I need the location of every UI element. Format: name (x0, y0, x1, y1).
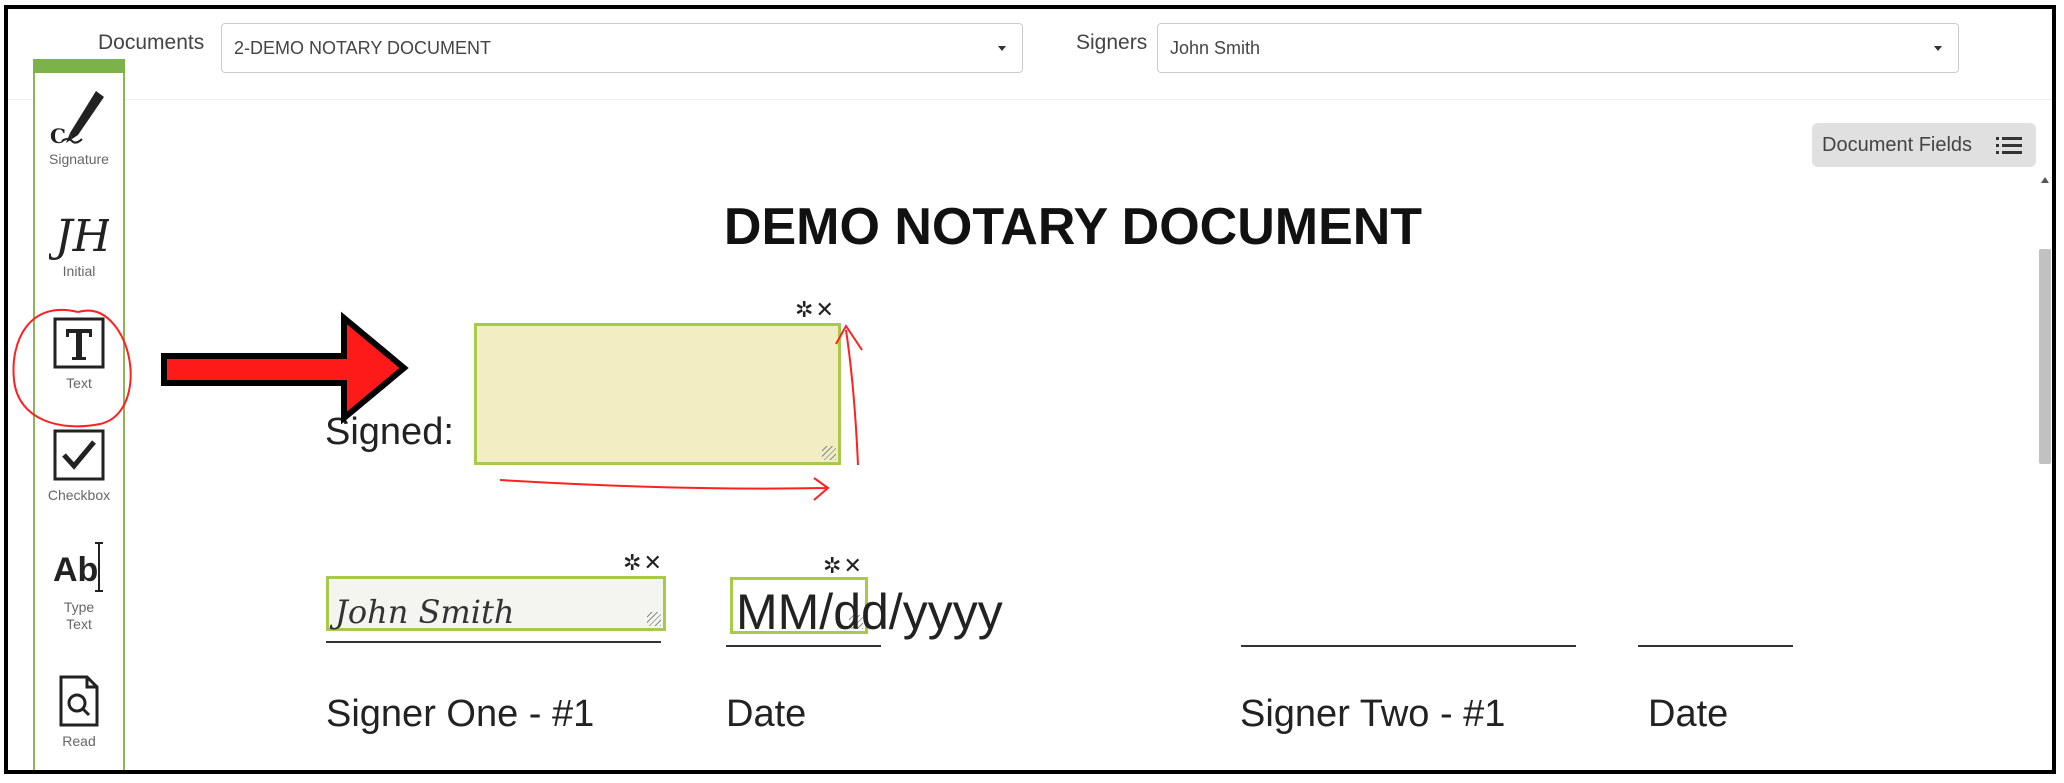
svg-text:Ab: Ab (53, 551, 98, 589)
list-icon (1996, 136, 2022, 162)
tool-type-text[interactable]: Ab Type Text (35, 535, 123, 633)
signers-label: Signers (1076, 31, 1148, 54)
svg-text:JH: JH (49, 211, 109, 262)
document-scrollbar[interactable] (2037, 169, 2052, 770)
signer-two-label: Signer Two - #1 (1240, 693, 1506, 735)
text-field-placed[interactable] (474, 323, 841, 465)
tool-initial[interactable]: JH Initial (35, 199, 123, 280)
tool-checkbox[interactable]: Checkbox (35, 423, 123, 504)
tool-initial-label: Initial (62, 263, 96, 279)
signer-one-label: Signer One - #1 (326, 693, 595, 735)
tool-read-label: Read (62, 733, 96, 749)
field-toolbar: C Signature JH Initial Text Checkbox Ab … (33, 59, 125, 770)
tool-type-text-label: Type Text (63, 599, 95, 632)
close-icon[interactable]: ✕ (643, 550, 663, 575)
date-label-one: Date (726, 693, 807, 735)
field-controls: ✲✕ (795, 297, 836, 323)
gear-icon[interactable]: ✲ (823, 553, 843, 578)
signers-select[interactable]: John Smith (1157, 23, 1959, 73)
checkbox-icon (35, 423, 123, 487)
document-title: DEMO NOTARY DOCUMENT (723, 198, 1423, 256)
tool-text-label: Text (66, 375, 92, 391)
close-icon[interactable]: ✕ (815, 297, 835, 322)
documents-label: Documents (98, 31, 205, 54)
date-placeholder: MM/dd/yyyy (736, 584, 1003, 640)
chevron-down-icon (1934, 46, 1942, 51)
toolbar-accent-bar (33, 59, 125, 73)
tool-signature[interactable]: C Signature (35, 87, 123, 168)
signer-two-line (1241, 645, 1576, 647)
top-bar: Documents 2-DEMO NOTARY DOCUMENT Signers… (8, 9, 2052, 100)
documents-select[interactable]: 2-DEMO NOTARY DOCUMENT (221, 23, 1023, 73)
signer-one-line (326, 641, 661, 643)
svg-text:C: C (50, 124, 66, 148)
scroll-up-arrow-icon[interactable] (2041, 177, 2049, 183)
tool-read[interactable]: Read (35, 669, 123, 750)
signature-value: John Smith (335, 593, 515, 631)
close-icon[interactable]: ✕ (843, 553, 863, 578)
type-text-icon: Ab (35, 535, 123, 599)
initial-icon: JH (35, 199, 123, 263)
signature-pen-icon: C (35, 87, 123, 151)
resize-handle-icon[interactable] (647, 612, 661, 626)
signature-field-controls: ✲✕ (623, 550, 664, 576)
gear-icon[interactable]: ✲ (623, 550, 643, 575)
document-fields-button[interactable]: Document Fields (1812, 123, 2036, 167)
tool-signature-label: Signature (49, 151, 109, 167)
signed-label: Signed: (325, 411, 454, 453)
gear-icon[interactable]: ✲ (795, 297, 815, 322)
date-one-line (726, 645, 881, 647)
signers-select-value: John Smith (1170, 38, 1261, 58)
documents-select-value: 2-DEMO NOTARY DOCUMENT (234, 38, 492, 58)
date-field-controls: ✲✕ (823, 553, 864, 579)
text-icon (35, 311, 123, 375)
read-doc-icon (35, 669, 123, 733)
document-fields-label: Document Fields (1822, 134, 1973, 156)
date-two-line (1638, 645, 1793, 647)
app-frame: Documents 2-DEMO NOTARY DOCUMENT Signers… (4, 5, 2056, 774)
scroll-thumb[interactable] (2039, 249, 2051, 464)
tool-checkbox-label: Checkbox (47, 487, 111, 503)
signature-field[interactable]: John Smith (326, 576, 666, 631)
date-label-two: Date (1648, 693, 1729, 735)
tool-text[interactable]: Text (35, 311, 123, 392)
chevron-down-icon (998, 46, 1006, 51)
resize-handle-icon[interactable] (822, 446, 836, 460)
